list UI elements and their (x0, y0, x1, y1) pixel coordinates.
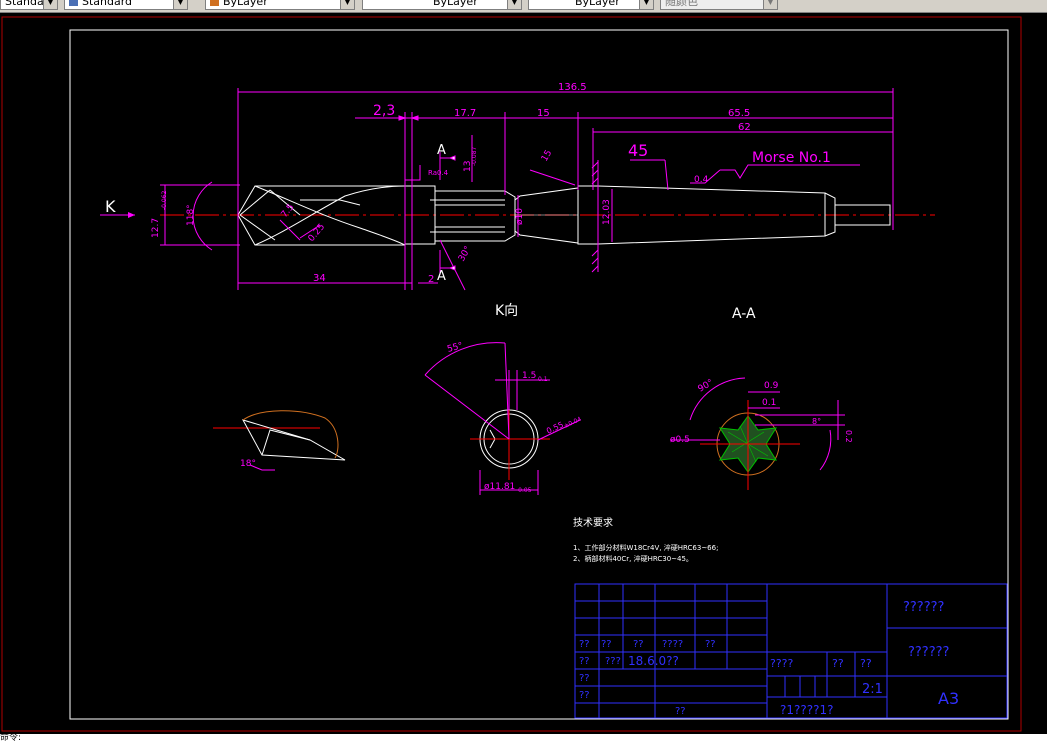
command-prompt: 命令: (0, 734, 22, 742)
section-a-bottom: A (437, 269, 446, 284)
main-view (160, 160, 935, 273)
dim-style-combo[interactable]: Standard ▼ (64, 0, 188, 10)
color-combo[interactable]: ByLayer ▼ (205, 0, 355, 10)
tb-q9: ?? (579, 690, 590, 701)
dim-62: 62 (738, 122, 751, 133)
k-view (424, 342, 581, 495)
tb-material: ?????? (908, 645, 949, 660)
drawing-svg: 136.5 2,3 17.7 15 65.5 62 45 Morse No.1 … (1, 16, 1022, 732)
tb-q1: ?? (579, 639, 590, 650)
angle-15: 15 (540, 149, 554, 164)
dimension-lines (160, 88, 894, 291)
tb-q13: ?? (860, 657, 872, 670)
dim-0-2: 0.2 (844, 430, 853, 443)
tb-name: ?????? (903, 600, 944, 615)
tb-size: A3 (938, 689, 959, 708)
dim-136: 136.5 (558, 82, 587, 93)
angle-90: 90° (697, 378, 716, 395)
k-view-dims: 55° 1.5 0.1 0.55 ±0.04 ø11.81 -0.05 (446, 341, 582, 494)
dim-dia12-7-tol: -0.062 (161, 190, 168, 210)
tb-q11: ???? (770, 657, 794, 670)
dim-11-81-tol: -0.05 (516, 487, 532, 494)
sheet-border (1, 16, 1022, 732)
tb-sheet: ?1????1? (780, 703, 833, 717)
lineweight-combo[interactable]: ByLayer ▼ (528, 0, 654, 10)
properties-toolbar: Standard ▼ Standard ▼ ByLayer ▼ ByLayer ▼ By… (0, 0, 1047, 13)
tb-date: 18.6.0?? (628, 654, 679, 668)
slot-body (435, 190, 516, 242)
chevron-down-icon[interactable]: ▼ (507, 0, 521, 9)
tb-q4: ???? (662, 639, 683, 650)
slot-lines (430, 199, 505, 233)
aa-section (670, 377, 845, 490)
command-line[interactable]: 命令: (0, 734, 1047, 742)
color-swatch-icon (210, 0, 219, 6)
tb-q7: ??? (605, 656, 621, 667)
k-view-label: K向 (495, 303, 518, 319)
chevron-down-icon[interactable]: ▼ (173, 0, 187, 9)
dim-1-5-tol: 0.1 (538, 376, 548, 383)
chevron-down-icon[interactable]: ▼ (340, 0, 354, 9)
dim-0-55: 0.55 (545, 420, 565, 436)
tb-q10: ?? (675, 706, 686, 717)
plotstyle-combo[interactable]: 随颜色 ▼ (660, 0, 778, 10)
chevron-down-icon[interactable]: ▼ (639, 0, 653, 9)
tb-q8: ?? (579, 673, 590, 684)
dim-13-tol: -0.087 (471, 146, 478, 166)
tb-q12: ?? (832, 657, 844, 670)
dim-0-25: 0.25 (307, 222, 328, 244)
dim-0-1: 0.1 (762, 398, 776, 408)
style-icon (69, 0, 78, 6)
tb-q5: ?? (705, 639, 716, 650)
dim-0-9: 0.9 (764, 381, 779, 391)
tech-requirements: 技术要求 1、工作部分材料W18Cr4V, 淬硬HRC63~66; 2、柄部材料… (573, 516, 718, 563)
dim-phi10: ø10 (515, 208, 525, 225)
tip-detail (213, 410, 346, 471)
chevron-down-icon[interactable]: ▼ (43, 0, 57, 9)
dim-7-5: 7.5 (280, 203, 297, 220)
drawing-canvas[interactable]: 136.5 2,3 17.7 15 65.5 62 45 Morse No.1 … (0, 13, 1047, 734)
dim-1-5: 1.5 (522, 371, 536, 381)
dimension-texts: 136.5 2,3 17.7 15 65.5 62 45 Morse No.1 … (151, 82, 831, 285)
chevron-down-icon[interactable]: ▼ (763, 0, 777, 9)
dim-phi0-5: ø0.5 (670, 435, 690, 445)
dim-15: 15 (537, 108, 550, 119)
tb-q6: ?? (579, 656, 590, 667)
drawing-frame (69, 29, 1009, 720)
aa-view-label: A-A (732, 306, 756, 322)
section-a-top: A (437, 143, 446, 158)
tb-scale: 2:1 (862, 682, 883, 697)
dim-dia12-7: 12.7 (151, 218, 161, 238)
tech-line-2: 2、柄部材料40Cr, 淬硬HRC30~45。 (573, 554, 693, 563)
tb-q2: ?? (601, 639, 612, 650)
angle-55: 55° (446, 341, 464, 355)
dim-0-55-tol: ±0.04 (563, 416, 583, 430)
k-label: K (105, 197, 116, 216)
roughness-a: Ra0.4 (428, 169, 449, 177)
dim-65-5: 65.5 (728, 108, 750, 119)
angle-118: 118° (186, 204, 196, 226)
morse-label: Morse No.1 (752, 150, 831, 166)
dim-2-3: 2,3 (373, 103, 395, 119)
dim-12-03: 12.03 (602, 199, 612, 225)
tb-q3: ?? (633, 639, 644, 650)
tech-heading: 技术要求 (573, 516, 613, 529)
tech-line-1: 1、工作部分材料W18Cr4V, 淬硬HRC63~66; (573, 543, 718, 552)
linetype-combo[interactable]: ByLayer ▼ (362, 0, 522, 10)
k-arrow-icon (128, 212, 135, 218)
dim-17-7: 17.7 (454, 108, 476, 119)
angle-18: 18° (240, 459, 256, 469)
angle-30: 30° (457, 245, 474, 264)
dim-45: 45 (628, 141, 648, 160)
angle-8: 8° (812, 417, 821, 426)
dim-2: 2 (428, 274, 434, 285)
dim-11-81: ø11.81 (484, 482, 515, 492)
dim-34: 34 (313, 273, 326, 284)
roughness-0-4: 0.4 (694, 175, 709, 185)
text-style-combo[interactable]: Standard ▼ (0, 0, 58, 10)
